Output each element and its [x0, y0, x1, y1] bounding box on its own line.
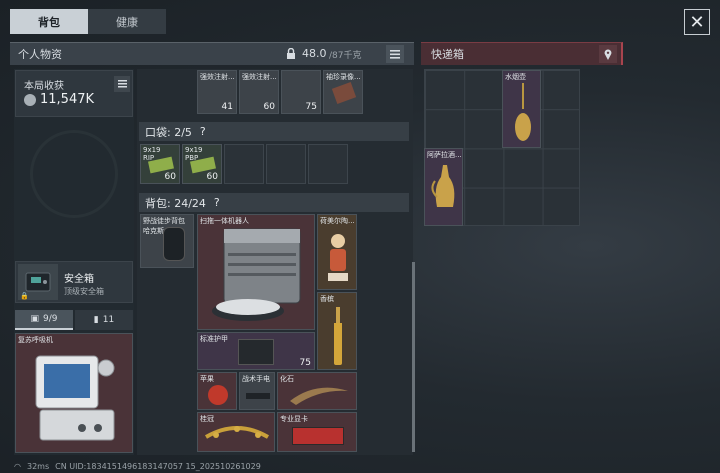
- armor-item[interactable]: 标准护甲 75: [197, 332, 315, 370]
- champagne-item[interactable]: 香槟: [317, 292, 357, 370]
- backpack-title: 背包: 24/24: [145, 196, 206, 210]
- safebox-name: 安全箱: [64, 274, 94, 285]
- delivery-header: 快递箱: [421, 42, 623, 65]
- pocket-slot-empty[interactable]: [266, 144, 306, 184]
- bottle-image: [334, 307, 342, 365]
- item-name: 专业显卡: [280, 415, 308, 423]
- armor-icon: [238, 339, 274, 365]
- list-icon: [390, 49, 400, 59]
- item-name: 强效注射...: [200, 73, 235, 81]
- pocket-slot-empty[interactable]: [308, 144, 348, 184]
- earnings-detail-button[interactable]: [114, 76, 130, 92]
- pocket-title: 口袋: 2/5: [145, 125, 192, 139]
- weight-unit: /87千克: [329, 51, 362, 61]
- gpu-icon: [292, 427, 344, 445]
- weight-icon: [286, 47, 296, 60]
- status-bar: ◠ 32ms CN UID:1834151496183147057 15_202…: [0, 459, 720, 473]
- flashlight-icon: [246, 393, 270, 399]
- reviver-image: [35, 355, 115, 441]
- backpack-equipped[interactable]: 野战徒步背包 哈克斯: [140, 214, 194, 268]
- item-name: 标准护甲: [200, 335, 228, 343]
- fossil-image: [290, 387, 348, 405]
- apple-item[interactable]: 苹果: [197, 372, 237, 410]
- pin-icon: [604, 48, 612, 60]
- item-qty: 75: [299, 358, 311, 368]
- ammo-item-2[interactable]: 9x19 PBP 60: [182, 144, 222, 184]
- item-qty: 60: [164, 172, 176, 182]
- counter-tab-a[interactable]: ▣ 9/9: [15, 310, 73, 330]
- earnings-card: 本局收获 11,547K: [15, 70, 133, 117]
- medkit-icon: ▣: [30, 314, 40, 324]
- scrollbar[interactable]: [412, 262, 415, 452]
- item-name: 强效注射...: [242, 73, 277, 81]
- sort-button[interactable]: [386, 45, 404, 63]
- counter-b: 11: [102, 315, 115, 325]
- item-qty: 75: [305, 102, 317, 112]
- gpu-item[interactable]: 专业显卡: [277, 412, 357, 452]
- figurine-image: [328, 234, 348, 281]
- emblem-watermark: [30, 130, 118, 218]
- earnings-label: 本局收获: [24, 81, 64, 92]
- location-button[interactable]: [599, 45, 617, 63]
- pocket-header: 口袋: 2/5 ?: [139, 122, 409, 141]
- personal-header: 个人物资 48.0 /87千克: [10, 42, 414, 65]
- laurel-image: [204, 426, 270, 439]
- item-name: 苹果: [200, 375, 214, 383]
- help-icon[interactable]: ?: [200, 125, 206, 138]
- delivery-title: 快递箱: [431, 48, 464, 61]
- backpack-icon: [163, 227, 185, 261]
- jug-image: [431, 165, 455, 207]
- ammo-item-1[interactable]: 9x19 RIP 60: [140, 144, 180, 184]
- coin-icon: [24, 94, 36, 106]
- armor-plate-item[interactable]: 75: [281, 70, 321, 114]
- robot-vacuum-item[interactable]: 扫拖一体机器人: [197, 214, 315, 330]
- apple-icon: [208, 385, 228, 405]
- item-qty: 60: [206, 172, 218, 182]
- earnings-value: 11,547K: [40, 92, 95, 107]
- list-icon: [117, 80, 127, 88]
- weight-value: 48.0: [302, 47, 327, 60]
- close-button[interactable]: ✕: [684, 9, 710, 35]
- personal-title: 个人物资: [18, 48, 62, 61]
- camcorder-icon: [331, 82, 357, 104]
- battery-icon: ▮: [93, 315, 99, 325]
- tab-backpack[interactable]: 背包: [10, 9, 88, 34]
- hookah-image: [515, 83, 531, 141]
- reviver-name: 复苏呼吸机: [18, 336, 53, 344]
- ping-value: 32ms: [26, 461, 50, 471]
- injector-item-1[interactable]: 强效注射... 41: [197, 70, 237, 114]
- robot-vacuum-image: [212, 228, 301, 321]
- close-icon: ✕: [689, 11, 705, 33]
- counter-a: 9/9: [43, 314, 58, 324]
- lock-icon: 🔒: [20, 292, 29, 300]
- safebox-card[interactable]: 🔒 安全箱 顶级安全箱: [15, 261, 133, 303]
- item-name: 水烟壶: [505, 73, 526, 81]
- uid-text: CN UID:1834151496183147057 15_2025102610…: [55, 461, 261, 471]
- help-icon[interactable]: ?: [214, 196, 220, 209]
- reviver-item[interactable]: 复苏呼吸机: [15, 333, 133, 453]
- fossil-item[interactable]: 化石: [277, 372, 357, 410]
- item-qty: 41: [221, 102, 233, 112]
- wifi-icon: ◠: [14, 461, 21, 471]
- counter-tab-b[interactable]: ▮ 11: [75, 310, 133, 330]
- item-name: 战术手电: [242, 375, 270, 383]
- tab-health[interactable]: 健康: [88, 9, 166, 34]
- laurel-item[interactable]: 桂冠: [197, 412, 275, 452]
- injector-item-2[interactable]: 强效注射... 60: [239, 70, 279, 114]
- hookah-item[interactable]: 水烟壶: [502, 70, 541, 148]
- jug-item[interactable]: 阿萨拉酒...: [424, 148, 463, 226]
- item-name: 阿萨拉酒...: [427, 151, 462, 159]
- pocket-slot-empty[interactable]: [224, 144, 264, 184]
- item-name: 袖珍录像...: [326, 73, 361, 81]
- camcorder-item[interactable]: 袖珍录像...: [323, 70, 363, 114]
- backpack-header: 背包: 24/24 ?: [139, 193, 409, 212]
- item-name: 香槟: [320, 295, 334, 303]
- figurine-item[interactable]: 荷美尔陶...: [317, 214, 357, 290]
- item-qty: 60: [263, 102, 275, 112]
- safebox-type: 顶级安全箱: [64, 287, 104, 296]
- item-name: 荷美尔陶...: [320, 217, 355, 225]
- flashlight-item[interactable]: 战术手电: [239, 372, 275, 410]
